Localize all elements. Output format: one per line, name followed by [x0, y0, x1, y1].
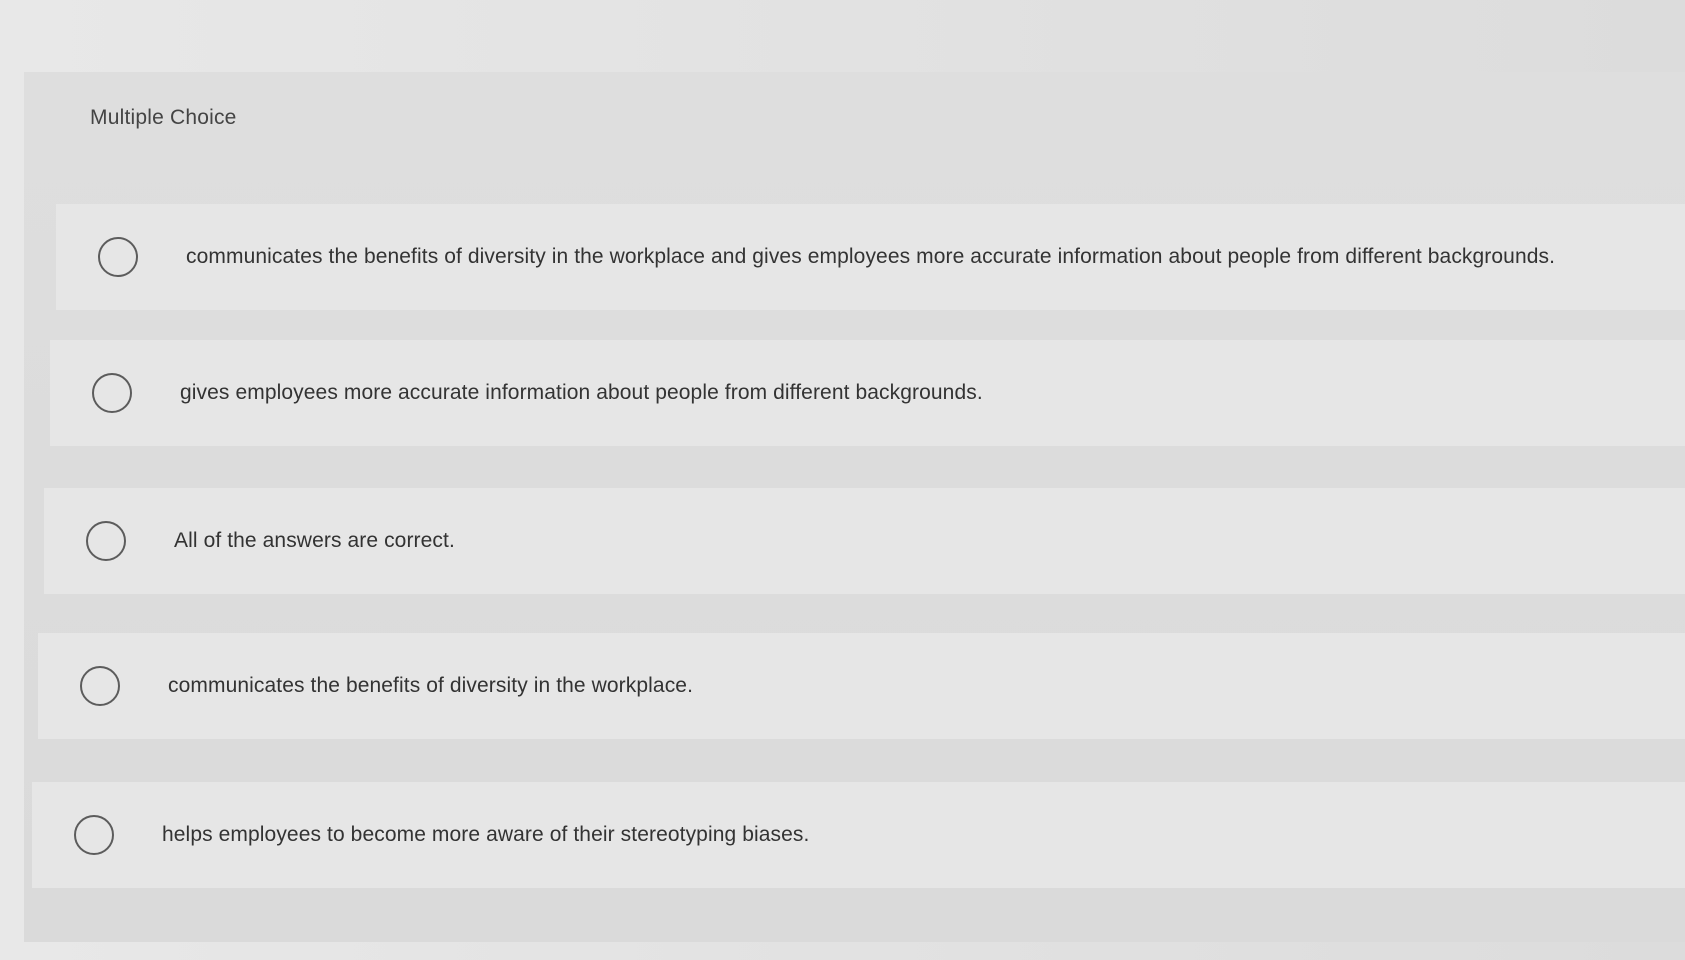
- answer-choice-label: helps employees to become more aware of …: [162, 823, 810, 846]
- answer-choice-2[interactable]: gives employees more accurate informatio…: [50, 340, 1685, 446]
- answer-choice-4[interactable]: communicates the benefits of diversity i…: [38, 633, 1685, 739]
- radio-unselected-icon[interactable]: [86, 521, 126, 561]
- radio-unselected-icon[interactable]: [92, 373, 132, 413]
- answer-choice-1[interactable]: communicates the benefits of diversity i…: [56, 204, 1685, 310]
- answer-choice-label: communicates the benefits of diversity i…: [168, 674, 694, 697]
- answer-choice-label: All of the answers are correct.: [174, 529, 455, 552]
- radio-unselected-icon[interactable]: [80, 666, 120, 706]
- answer-choice-5[interactable]: helps employees to become more aware of …: [32, 782, 1685, 888]
- radio-unselected-icon[interactable]: [98, 237, 138, 277]
- answer-choice-label: gives employees more accurate informatio…: [180, 381, 983, 404]
- answer-choice-label: communicates the benefits of diversity i…: [186, 245, 1556, 268]
- radio-unselected-icon[interactable]: [74, 815, 114, 855]
- answer-choice-3[interactable]: All of the answers are correct.: [44, 488, 1685, 594]
- answer-choices: communicates the benefits of diversity i…: [0, 0, 1685, 960]
